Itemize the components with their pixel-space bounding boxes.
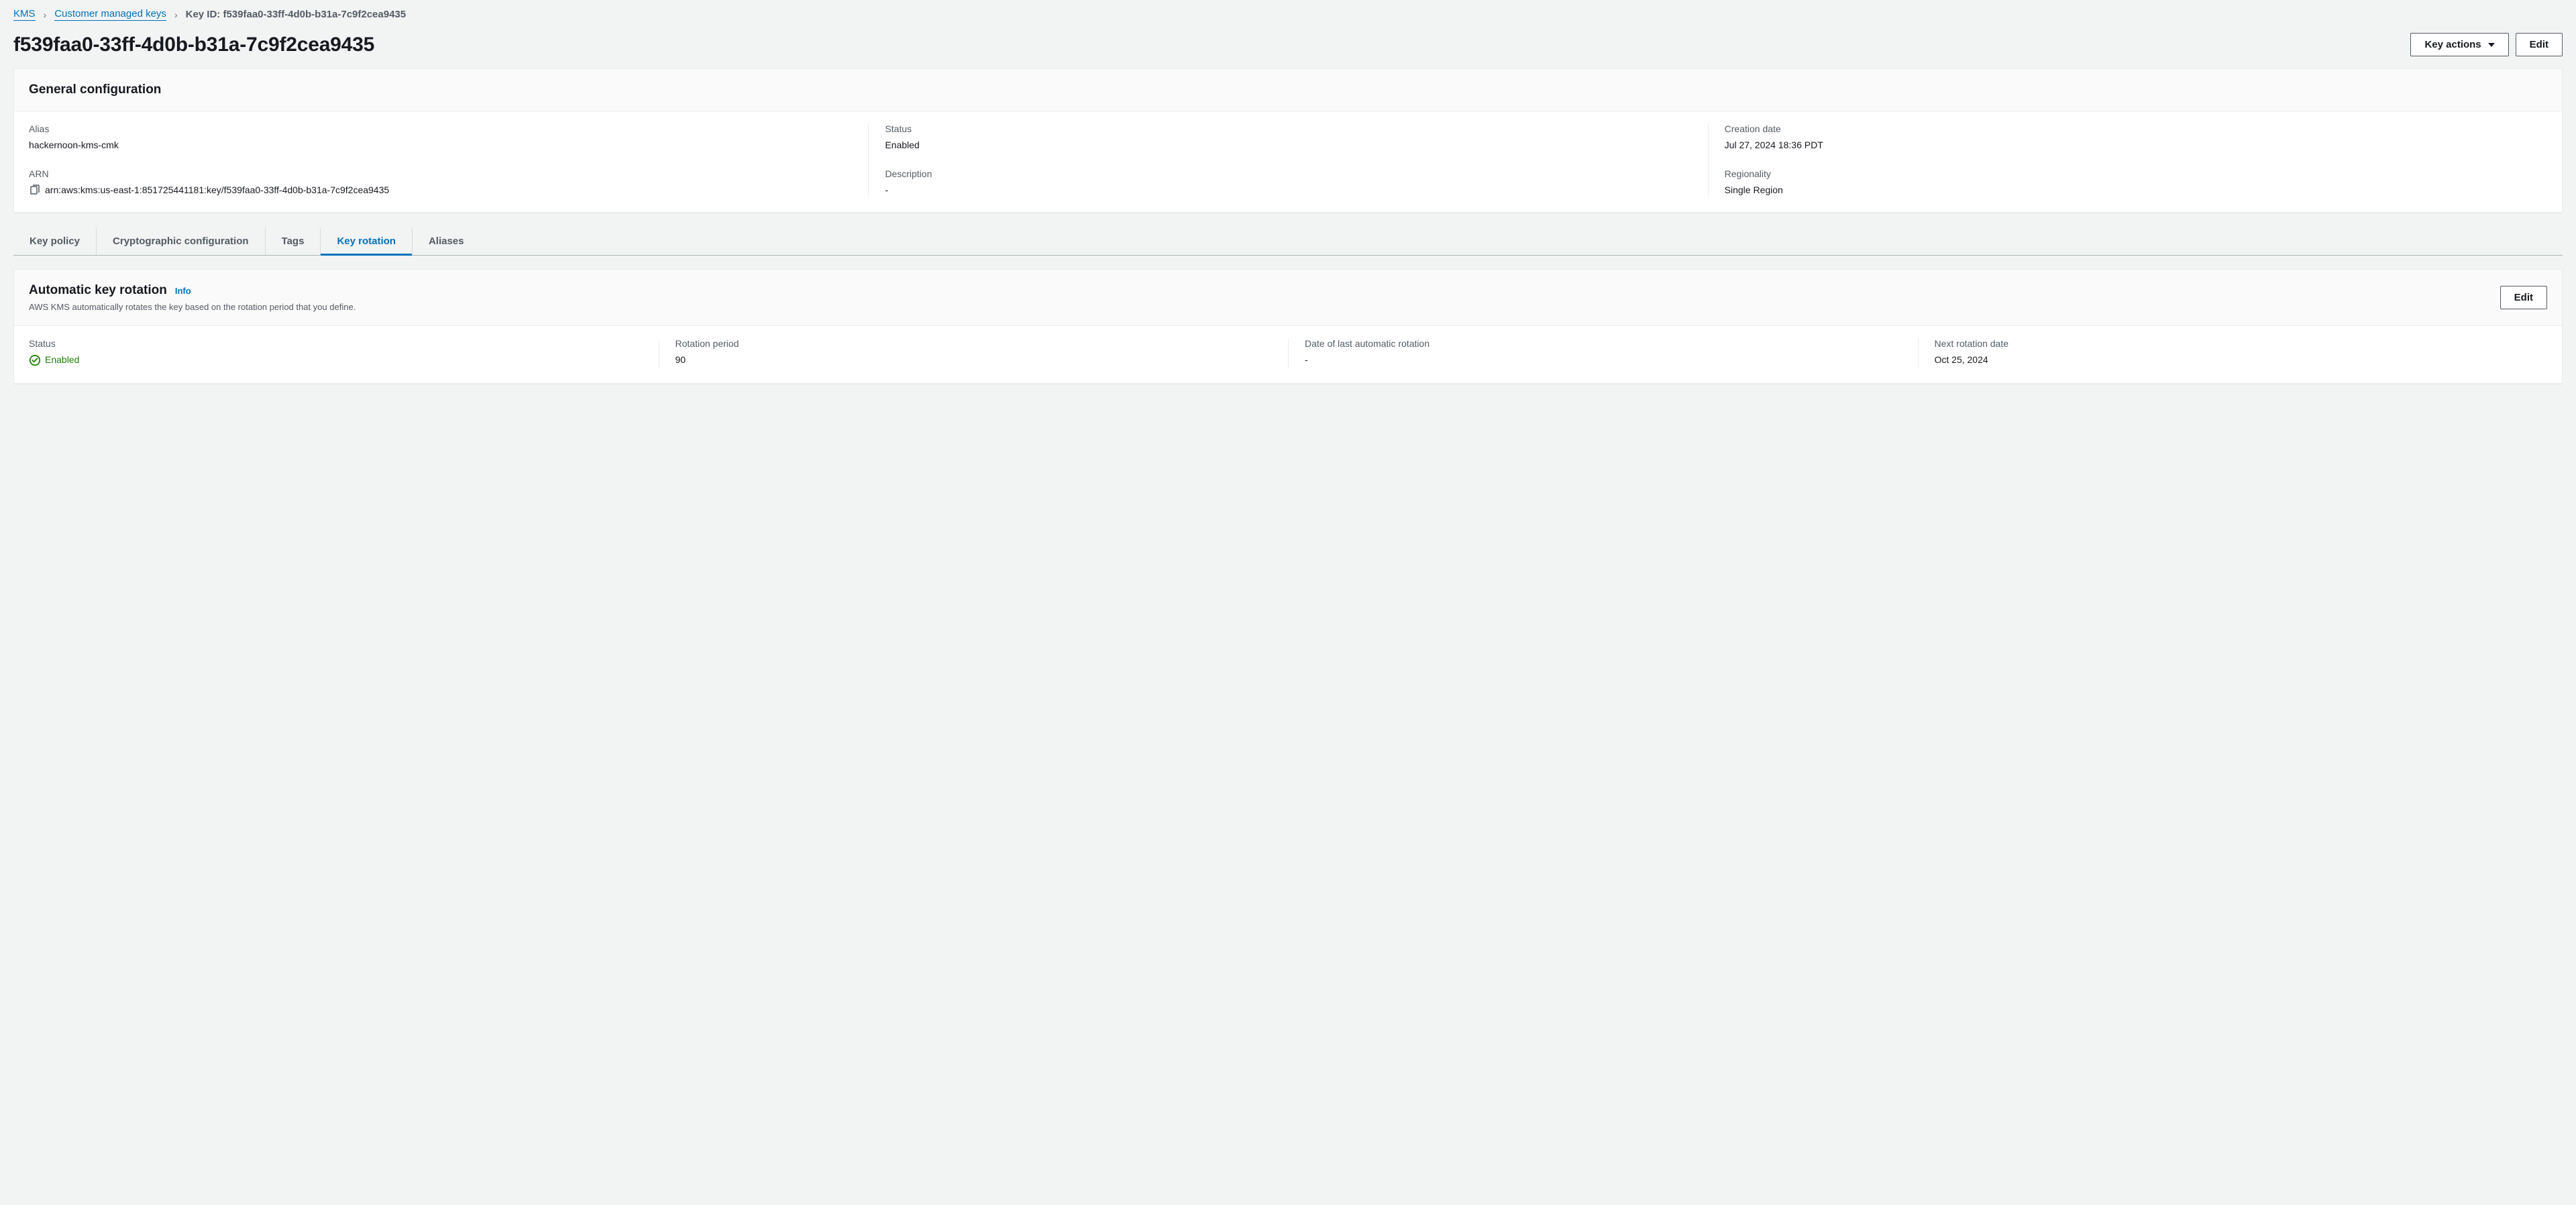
info-link[interactable]: Info xyxy=(175,286,191,296)
arn-value: arn:aws:kms:us-east-1:851725441181:key/f… xyxy=(45,183,389,197)
detail-tabs: Key policy Cryptographic configuration T… xyxy=(13,227,2563,256)
rotation-period-value: 90 xyxy=(676,353,1273,367)
automatic-key-rotation-title: Automatic key rotation xyxy=(29,283,167,298)
page-header: f539faa0-33ff-4d0b-b31a-7c9f2cea9435 Key… xyxy=(13,33,2563,56)
rotation-period-label: Rotation period xyxy=(676,338,1273,349)
general-configuration-panel: General configuration Alias hackernoon-k… xyxy=(13,68,2563,213)
breadcrumb: KMS › Customer managed keys › Key ID: f5… xyxy=(13,5,2563,21)
rotation-status-label: Status xyxy=(29,338,643,349)
rotation-status-value: Enabled xyxy=(29,353,79,367)
creation-date-label: Creation date xyxy=(1725,123,2531,134)
check-circle-icon xyxy=(29,354,41,366)
key-actions-button[interactable]: Key actions xyxy=(2410,33,2508,56)
header-actions: Key actions Edit xyxy=(2410,33,2563,56)
last-rotation-value: - xyxy=(1305,353,1902,367)
automatic-key-rotation-panel: Automatic key rotation Info AWS KMS auto… xyxy=(13,269,2563,384)
creation-date-value: Jul 27, 2024 18:36 PDT xyxy=(1725,138,2531,152)
chevron-right-icon: › xyxy=(44,9,47,20)
automatic-key-rotation-header: Automatic key rotation Info AWS KMS auto… xyxy=(14,270,2562,326)
tab-tags[interactable]: Tags xyxy=(266,227,321,255)
tab-key-rotation[interactable]: Key rotation xyxy=(321,227,413,255)
description-label: Description xyxy=(885,168,1691,179)
rotation-status-text: Enabled xyxy=(45,353,79,367)
edit-button[interactable]: Edit xyxy=(2516,33,2563,56)
copy-icon[interactable] xyxy=(29,185,40,195)
next-rotation-value: Oct 25, 2024 xyxy=(1935,353,2532,367)
tab-cryptographic-configuration[interactable]: Cryptographic configuration xyxy=(97,227,266,255)
general-configuration-title: General configuration xyxy=(29,83,161,97)
description-value: - xyxy=(885,183,1691,197)
tab-key-policy[interactable]: Key policy xyxy=(13,227,97,255)
regionality-label: Regionality xyxy=(1725,168,2531,179)
next-rotation-label: Next rotation date xyxy=(1935,338,2532,349)
last-rotation-label: Date of last automatic rotation xyxy=(1305,338,1902,349)
general-configuration-header: General configuration xyxy=(14,69,2562,111)
tab-aliases[interactable]: Aliases xyxy=(413,227,480,255)
breadcrumb-kms[interactable]: KMS xyxy=(13,8,36,21)
status-label: Status xyxy=(885,123,1691,134)
rotation-edit-button[interactable]: Edit xyxy=(2500,286,2547,309)
breadcrumb-customer-managed-keys[interactable]: Customer managed keys xyxy=(54,8,166,21)
automatic-key-rotation-subtitle: AWS KMS automatically rotates the key ba… xyxy=(29,302,518,312)
caret-down-icon xyxy=(2488,43,2495,47)
status-value: Enabled xyxy=(885,138,1691,152)
alias-label: Alias xyxy=(29,123,852,134)
regionality-value: Single Region xyxy=(1725,183,2531,197)
breadcrumb-current: Key ID: f539faa0-33ff-4d0b-b31a-7c9f2cea… xyxy=(186,9,407,20)
page-title: f539faa0-33ff-4d0b-b31a-7c9f2cea9435 xyxy=(13,34,374,56)
arn-label: ARN xyxy=(29,168,852,179)
alias-value: hackernoon-kms-cmk xyxy=(29,138,852,152)
key-actions-label: Key actions xyxy=(2424,39,2481,50)
chevron-right-icon: › xyxy=(174,9,178,20)
